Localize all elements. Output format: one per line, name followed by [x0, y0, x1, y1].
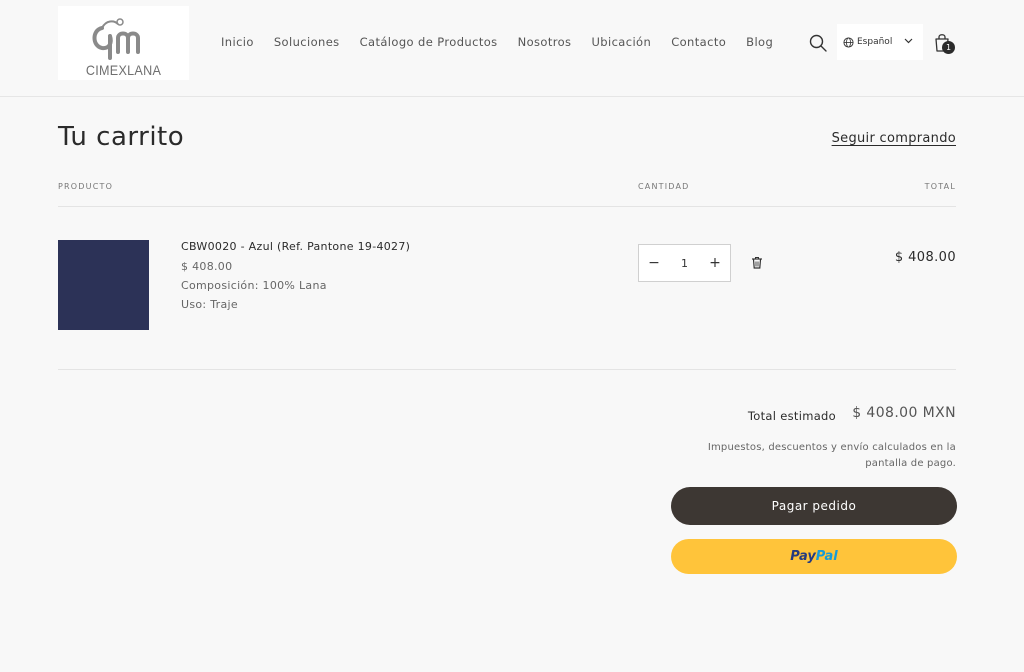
tax-note: Impuestos, descuentos y envío calculados… [707, 442, 956, 469]
decrease-quantity-button[interactable]: − [639, 255, 669, 271]
estimated-total-value: $ 408.00 MXN [852, 405, 956, 421]
nav-item-blog[interactable]: Blog [746, 35, 773, 49]
quantity-stepper: − + [638, 244, 731, 282]
nav-item-inicio[interactable]: Inicio [221, 35, 254, 49]
nav-item-nosotros[interactable]: Nosotros [518, 35, 572, 49]
product-thumbnail[interactable] [58, 240, 149, 330]
nav-item-catalogo[interactable]: Catálogo de Productos [360, 35, 498, 49]
column-header-product: PRODUCTO [58, 182, 114, 191]
nav-item-contacto[interactable]: Contacto [671, 35, 726, 49]
divider [58, 206, 956, 207]
column-header-total: TOTAL [924, 182, 956, 191]
logo-mark-icon [92, 18, 140, 60]
chevron-down-icon [904, 38, 913, 44]
search-icon[interactable] [809, 34, 827, 52]
nav-item-soluciones[interactable]: Soluciones [274, 35, 340, 49]
globe-icon [843, 36, 854, 48]
paypal-logo-text: Pal [815, 549, 838, 564]
line-item-total: $ 408.00 [894, 250, 956, 265]
language-selector[interactable]: Español [837, 24, 923, 60]
checkout-button[interactable]: Pagar pedido [671, 487, 957, 525]
product-composition: Composición: 100% Lana [181, 279, 327, 292]
nav-item-ubicacion[interactable]: Ubicación [591, 35, 651, 49]
product-price: $ 408.00 [181, 260, 233, 273]
site-header: CIMEXLANA Inicio Soluciones Catálogo de … [0, 0, 1024, 97]
main-nav: Inicio Soluciones Catálogo de Productos … [221, 35, 773, 49]
quantity-input[interactable] [669, 256, 700, 270]
paypal-button[interactable]: PayPal [671, 539, 957, 574]
increase-quantity-button[interactable]: + [700, 255, 730, 271]
divider [58, 369, 956, 370]
logo-text: CIMEXLANA [85, 62, 162, 78]
page-title: Tu carrito [58, 122, 185, 152]
paypal-logo-text: Pay [790, 549, 816, 564]
estimated-total-label: Total estimado [747, 409, 836, 423]
language-label: Español [857, 37, 893, 47]
cimexlana-logo[interactable]: CIMEXLANA [58, 6, 189, 80]
product-name-link[interactable]: CBW0020 - Azul (Ref. Pantone 19-4027) [181, 240, 410, 253]
cart-item-info: CBW0020 - Azul (Ref. Pantone 19-4027) $ … [181, 240, 410, 317]
trash-icon[interactable] [751, 256, 763, 269]
column-header-quantity: CANTIDAD [638, 182, 690, 191]
product-use: Uso: Traje [181, 298, 238, 311]
continue-shopping-link[interactable]: Seguir comprando [832, 131, 956, 146]
cart-count-badge: 1 [942, 41, 955, 54]
